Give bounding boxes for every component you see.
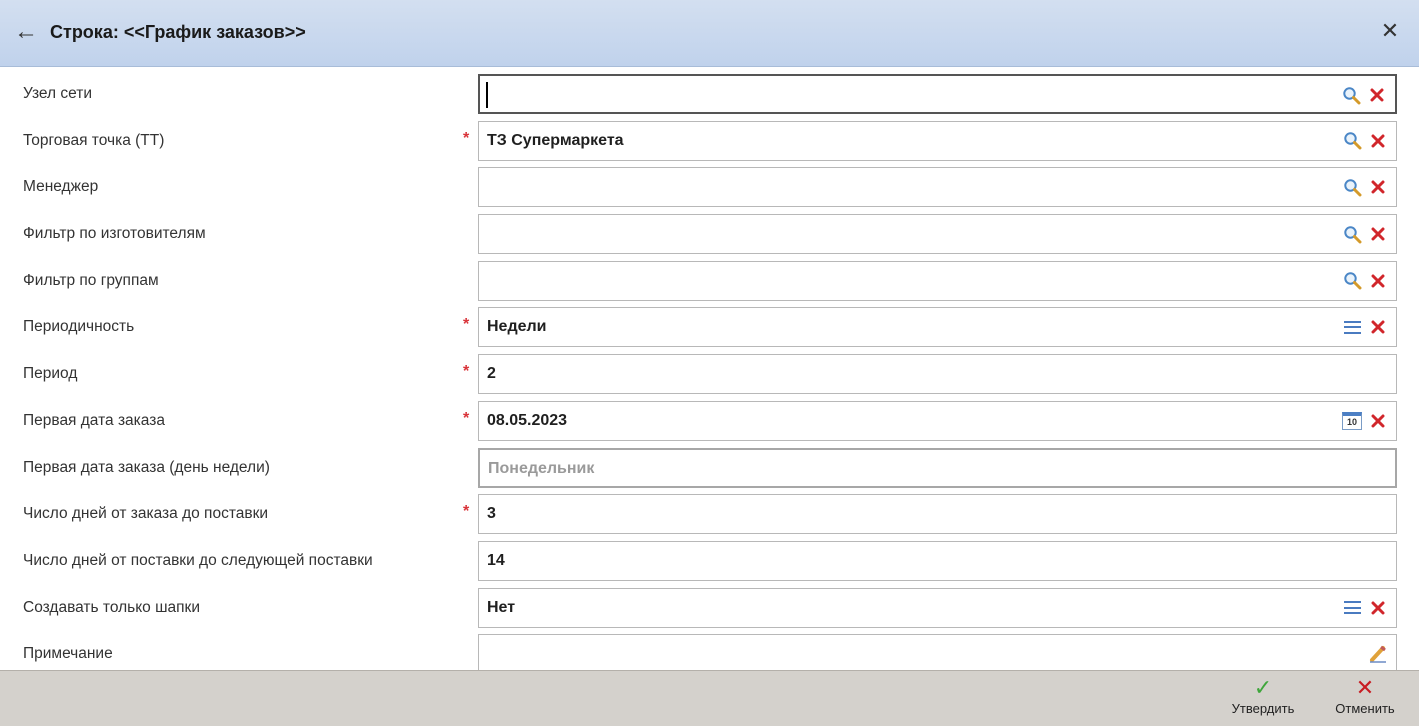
field-actions: 10 (1342, 402, 1388, 440)
search-icon[interactable] (1342, 131, 1362, 151)
form-row: Торговая точка (ТТ) * ТЗ Супермаркета (0, 118, 1419, 165)
clear-icon[interactable] (1368, 131, 1388, 151)
field-value: 14 (487, 551, 505, 569)
text-caret (486, 82, 488, 108)
field-label: Создавать только шапки (23, 598, 200, 616)
calendar-icon[interactable]: 10 (1342, 411, 1362, 431)
field-value: Нет (487, 598, 516, 616)
field-label: Фильтр по изготовителям (23, 225, 206, 243)
form-row: Менеджер (0, 164, 1419, 211)
search-icon[interactable] (1342, 224, 1362, 244)
close-icon[interactable]: ✕ (1377, 17, 1403, 45)
form-row: Периодичность * Недели (0, 304, 1419, 351)
field-label: Число дней от заказа до поставки (23, 505, 269, 523)
field-actions (1341, 76, 1387, 114)
form-row: Узел сети (0, 71, 1419, 118)
field-actions (1342, 262, 1388, 300)
form-row: Фильтр по изготовителям (0, 211, 1419, 258)
input-field[interactable]: 08.05.2023 10 (478, 400, 1397, 441)
list-icon[interactable] (1342, 317, 1362, 337)
clear-icon[interactable] (1367, 85, 1387, 105)
field-actions (1368, 635, 1388, 673)
field-actions (1342, 168, 1388, 206)
cancel-label: Отменить (1335, 701, 1395, 716)
confirm-label: Утвердить (1231, 701, 1295, 716)
field-actions (1342, 589, 1388, 627)
input-field[interactable]: ТЗ Супермаркета (478, 120, 1397, 161)
field-label: Фильтр по группам (23, 271, 159, 289)
input-field[interactable] (478, 74, 1397, 114)
field-value: 2 (487, 365, 496, 383)
dialog-footer: ✓ Утвердить ✕ Отменить (0, 670, 1419, 726)
field-label: Первая дата заказа (23, 411, 165, 429)
form-row: Создавать только шапки Нет (0, 585, 1419, 632)
field-label: Число дней от поставки до следующей пост… (23, 551, 373, 569)
search-icon[interactable] (1342, 271, 1362, 291)
cancel-x-icon: ✕ (1355, 675, 1375, 700)
field-label: Торговая точка (ТТ) (23, 131, 165, 149)
input-field[interactable]: 3 (478, 494, 1397, 535)
input-field[interactable]: Нет (478, 587, 1397, 628)
required-marker: * (463, 503, 470, 521)
field-label: Менеджер (23, 178, 99, 196)
search-icon[interactable] (1342, 177, 1362, 197)
form-body: Узел сети Торговая точка (ТТ) * ТЗ Супермар… (0, 71, 1419, 678)
list-icon[interactable] (1342, 598, 1362, 618)
field-actions (1342, 308, 1388, 346)
field-label: Периодичность (23, 318, 135, 336)
field-value: 08.05.2023 (487, 411, 568, 429)
clear-icon[interactable] (1368, 598, 1388, 618)
field-label: Первая дата заказа (день недели) (23, 458, 270, 476)
edit-icon[interactable] (1368, 644, 1388, 664)
field-actions (1342, 215, 1388, 253)
field-value: ТЗ Супермаркета (487, 131, 624, 149)
field-value: Недели (487, 318, 547, 336)
form-row: Число дней от заказа до поставки * 3 (0, 491, 1419, 538)
back-arrow-icon[interactable]: ← (14, 18, 40, 46)
input-field[interactable] (478, 214, 1397, 255)
input-field[interactable] (478, 167, 1397, 208)
required-marker: * (463, 363, 470, 381)
form-row: Период * 2 (0, 351, 1419, 398)
input-field[interactable]: Недели (478, 307, 1397, 348)
form-row: Фильтр по группам (0, 258, 1419, 305)
cancel-button[interactable]: ✕ Отменить (1320, 675, 1410, 716)
calendar-day-text: 10 (1342, 411, 1362, 430)
confirm-button[interactable]: ✓ Утвердить (1226, 675, 1300, 716)
field-actions (1342, 122, 1388, 160)
dialog-titlebar: ← Строка: <<График заказов>> ✕ (0, 0, 1419, 67)
form-row: Первая дата заказа * 08.05.2023 10 (0, 398, 1419, 445)
clear-icon[interactable] (1368, 271, 1388, 291)
search-icon[interactable] (1341, 85, 1361, 105)
form-row: Число дней от поставки до следующей пост… (0, 538, 1419, 585)
field-label: Узел сети (23, 85, 92, 102)
required-marker: * (463, 316, 470, 334)
clear-icon[interactable] (1368, 177, 1388, 197)
field-label: Период (23, 365, 78, 383)
clear-icon[interactable] (1368, 317, 1388, 337)
dialog-title: Строка: <<График заказов>> (50, 22, 306, 42)
input-field: Понедельник (478, 447, 1397, 488)
input-field[interactable]: 14 (478, 540, 1397, 581)
input-field[interactable]: 2 (478, 354, 1397, 395)
input-field[interactable] (478, 260, 1397, 301)
checkmark-icon: ✓ (1253, 675, 1273, 700)
required-marker: * (463, 129, 470, 147)
clear-icon[interactable] (1368, 224, 1388, 244)
field-value: Понедельник (488, 459, 595, 477)
clear-icon[interactable] (1368, 411, 1388, 431)
field-value: 3 (487, 505, 496, 523)
required-marker: * (463, 409, 470, 427)
form-row: Первая дата заказа (день недели) Понедель… (0, 445, 1419, 492)
input-field[interactable] (478, 634, 1397, 675)
